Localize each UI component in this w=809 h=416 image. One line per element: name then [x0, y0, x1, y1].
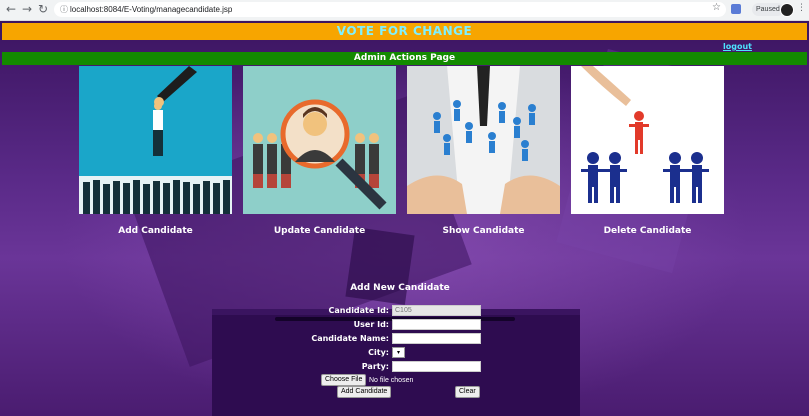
clear-button[interactable]: Clear	[455, 386, 480, 398]
party-field[interactable]	[392, 361, 481, 372]
choose-file-button[interactable]: Choose File	[321, 374, 367, 386]
address-bar[interactable]: ⓘ localhost:8084/E-Voting/managecandidate…	[54, 2, 726, 17]
url-text: localhost:8084/E-Voting/managecandidate.…	[70, 5, 233, 14]
delete-candidate-image[interactable]	[571, 66, 724, 214]
file-status-text: No file chosen	[369, 377, 414, 384]
reload-icon[interactable]: ↻	[36, 2, 50, 16]
update-candidate-link[interactable]: Update Candidate	[243, 226, 396, 236]
back-icon[interactable]: ←	[4, 2, 18, 16]
candidate-id-label: Candidate Id:	[328, 306, 390, 315]
add-candidate-image[interactable]	[79, 66, 232, 214]
update-candidate-image[interactable]	[243, 66, 396, 214]
add-candidate-button[interactable]: Add Candidate	[337, 386, 392, 398]
site-title-banner: VOTE FOR CHANGE	[2, 23, 807, 40]
background-shape	[345, 227, 415, 305]
menu-icon[interactable]: ⋮	[797, 3, 806, 13]
browser-toolbar: ← → ↻ ⓘ localhost:8084/E-Voting/managecan…	[0, 0, 809, 21]
admin-actions-header: Admin Actions Page	[2, 52, 807, 65]
show-candidate-link[interactable]: Show Candidate	[407, 226, 560, 236]
party-label: Party:	[361, 362, 389, 371]
form-title: Add New Candidate	[350, 283, 450, 293]
extension-icon[interactable]	[731, 4, 741, 14]
candidate-name-field[interactable]	[392, 333, 481, 344]
profile-avatar[interactable]	[780, 3, 794, 17]
paused-badge[interactable]: Paused	[752, 3, 784, 16]
city-select[interactable]: ▾	[392, 347, 405, 358]
add-candidate-illustration	[79, 66, 232, 214]
add-candidate-link[interactable]: Add Candidate	[79, 226, 232, 236]
info-icon[interactable]: ⓘ	[60, 2, 70, 17]
city-label: City:	[368, 348, 389, 357]
bookmark-star-icon[interactable]: ☆	[712, 2, 721, 13]
show-candidate-image[interactable]	[407, 66, 560, 214]
update-candidate-illustration	[243, 66, 396, 214]
forward-icon[interactable]: →	[20, 2, 34, 16]
show-candidate-illustration	[407, 66, 560, 214]
user-id-field[interactable]	[392, 319, 481, 330]
delete-candidate-illustration	[571, 66, 724, 214]
page-body: VOTE FOR CHANGE logout Admin Actions Pag…	[0, 21, 809, 416]
candidate-name-label: Candidate Name:	[311, 334, 389, 343]
delete-candidate-link[interactable]: Delete Candidate	[571, 226, 724, 236]
candidate-id-field[interactable]: C105	[392, 305, 481, 316]
user-id-label: User Id:	[353, 320, 389, 329]
logout-link[interactable]: logout	[723, 42, 752, 51]
